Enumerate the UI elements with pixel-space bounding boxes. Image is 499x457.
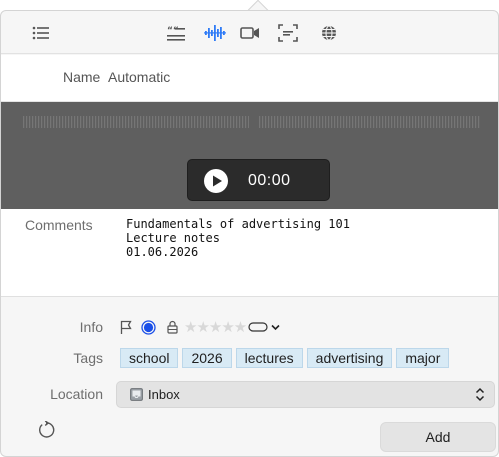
label-pill-icon[interactable] xyxy=(248,321,268,333)
name-label: Name xyxy=(63,69,101,85)
tag-token[interactable]: advertising xyxy=(306,348,393,368)
capture-toolbar: ““ xyxy=(1,12,498,54)
name-row: Name Automatic xyxy=(1,55,498,102)
svg-text:““: ““ xyxy=(167,26,179,36)
lock-icon[interactable] xyxy=(167,320,178,334)
waveform-icon[interactable] xyxy=(203,23,227,43)
name-field[interactable]: Automatic xyxy=(108,69,170,85)
screenshot-icon[interactable] xyxy=(277,23,299,43)
info-label: Info xyxy=(79,319,103,335)
comments-line: 01.06.2026 xyxy=(126,245,199,259)
tag-token[interactable]: 2026 xyxy=(182,348,232,368)
comments-line: Fundamentals of advertising 101 xyxy=(126,217,350,231)
updown-chevron-icon xyxy=(475,387,485,402)
web-icon[interactable] xyxy=(319,23,339,43)
tags-field[interactable]: school 2026 lectures advertising major xyxy=(120,348,450,368)
video-icon[interactable] xyxy=(239,23,261,43)
location-select[interactable]: Inbox xyxy=(116,381,495,408)
playback-time: 00:00 xyxy=(248,172,291,189)
location-value: Inbox xyxy=(148,387,180,402)
tag-token[interactable]: school xyxy=(120,348,179,368)
info-controls: ★★★★★ xyxy=(120,318,280,336)
unread-dot-icon[interactable] xyxy=(141,319,156,335)
audio-preview: 00:00 xyxy=(1,102,498,209)
waveform-right xyxy=(259,116,481,128)
comments-section: Comments Fundamentals of advertising 101… xyxy=(1,209,498,297)
comments-label: Comments xyxy=(25,217,93,233)
comments-line: Lecture notes xyxy=(126,231,220,245)
text-format-icon[interactable]: ““ xyxy=(165,23,187,43)
play-icon[interactable] xyxy=(204,169,228,193)
tags-label: Tags xyxy=(73,350,103,366)
waveform-left xyxy=(23,116,249,128)
inbox-icon xyxy=(130,388,143,401)
rating-stars[interactable]: ★★★★★ xyxy=(184,318,247,336)
comments-textarea[interactable]: Fundamentals of advertising 101 Lecture … xyxy=(126,217,350,259)
player-controls: 00:00 xyxy=(187,159,330,201)
tag-token[interactable]: lectures xyxy=(235,348,303,368)
location-label: Location xyxy=(50,386,103,402)
list-icon[interactable] xyxy=(31,23,51,43)
chevron-down-icon[interactable] xyxy=(271,324,280,331)
refresh-icon[interactable] xyxy=(37,420,55,439)
flag-icon[interactable] xyxy=(120,320,132,335)
tag-token[interactable]: major xyxy=(396,348,450,368)
add-button[interactable]: Add xyxy=(380,422,496,452)
